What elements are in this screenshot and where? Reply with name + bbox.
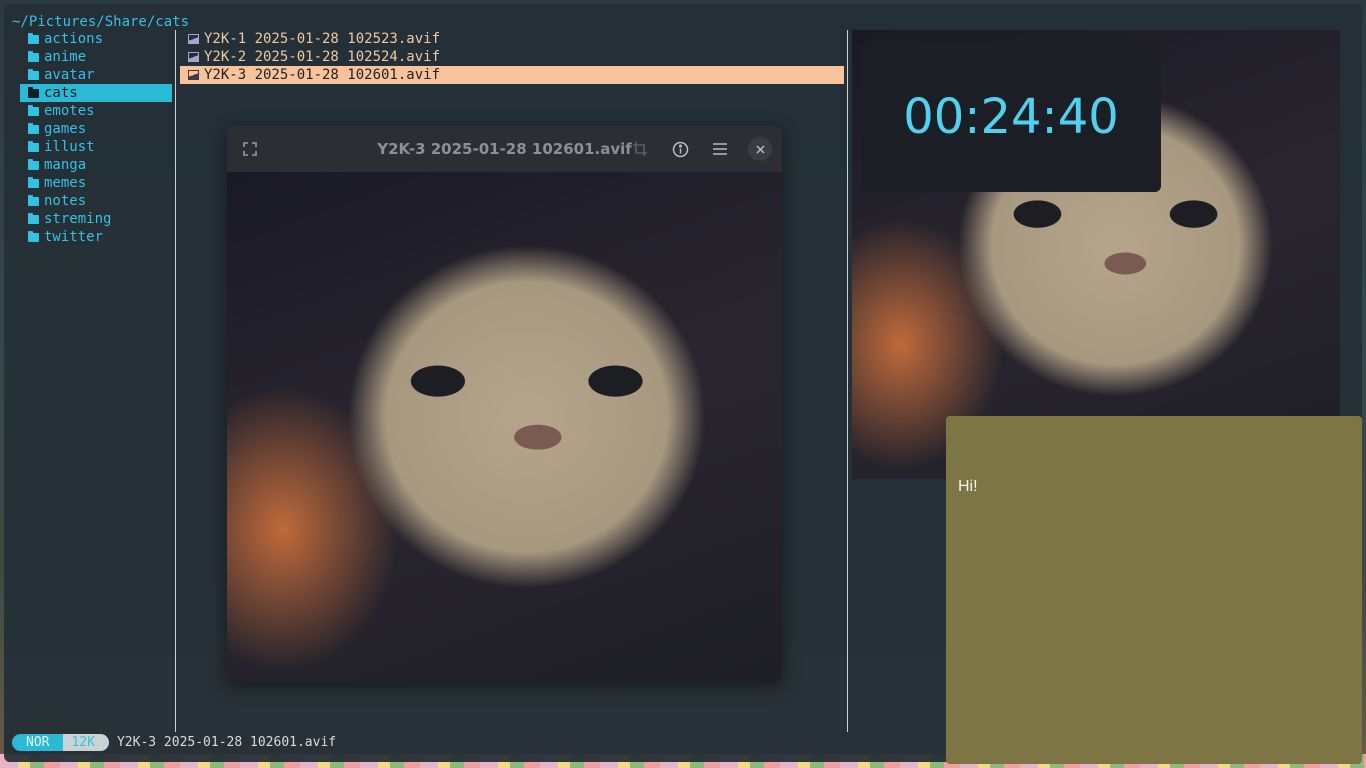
folder-icon bbox=[28, 86, 39, 98]
fullscreen-icon[interactable] bbox=[238, 137, 262, 161]
crop-icon[interactable] bbox=[628, 137, 652, 161]
folder-icon bbox=[28, 176, 39, 188]
dir-item-manga[interactable]: manga bbox=[20, 156, 172, 174]
dir-item-cats[interactable]: cats bbox=[20, 84, 172, 102]
folder-icon bbox=[28, 230, 39, 242]
dir-label: cats bbox=[44, 85, 78, 101]
close-icon[interactable] bbox=[748, 137, 772, 161]
dir-label: games bbox=[44, 121, 87, 137]
note-text[interactable]: Hi! bbox=[958, 478, 978, 495]
folder-icon bbox=[28, 158, 39, 170]
dir-item-games[interactable]: games bbox=[20, 120, 172, 138]
dir-item-memes[interactable]: memes bbox=[20, 174, 172, 192]
image-file-icon bbox=[188, 70, 199, 80]
file-item[interactable]: Y2K-2 2025-01-28 102524.avif bbox=[180, 48, 844, 66]
dir-label: memes bbox=[44, 175, 87, 191]
file-list: Y2K-1 2025-01-28 102523.avif Y2K-2 2025-… bbox=[180, 30, 844, 84]
dir-label: twitter bbox=[44, 229, 104, 245]
dir-label: notes bbox=[44, 193, 87, 209]
folder-icon bbox=[28, 140, 39, 152]
directory-list: actions anime avatar cats emotes games i… bbox=[20, 30, 172, 246]
pane-divider bbox=[175, 30, 176, 732]
file-label: Y2K-3 2025-01-28 102601.avif bbox=[204, 67, 441, 83]
folder-icon bbox=[28, 32, 39, 44]
image-file-icon bbox=[188, 34, 199, 44]
dir-label: anime bbox=[44, 49, 87, 65]
dir-label: streming bbox=[44, 211, 112, 227]
current-path: ~/Pictures/Share/cats bbox=[12, 14, 190, 30]
dir-item-emotes[interactable]: emotes bbox=[20, 102, 172, 120]
dir-item-notes[interactable]: notes bbox=[20, 192, 172, 210]
folder-icon bbox=[28, 50, 39, 62]
folder-icon bbox=[28, 68, 39, 80]
dir-label: manga bbox=[44, 157, 87, 173]
dir-item-actions[interactable]: actions bbox=[20, 30, 172, 48]
cat-photo bbox=[227, 172, 782, 682]
folder-icon bbox=[28, 122, 39, 134]
viewer-header[interactable]: Y2K-3 2025-01-28 102601.avif bbox=[227, 126, 782, 172]
file-label: Y2K-1 2025-01-28 102523.avif bbox=[204, 31, 441, 47]
image-file-icon bbox=[188, 52, 199, 62]
image-viewer-window[interactable]: Y2K-3 2025-01-28 102601.avif bbox=[227, 126, 782, 682]
dir-item-twitter[interactable]: twitter bbox=[20, 228, 172, 246]
file-label: Y2K-2 2025-01-28 102524.avif bbox=[204, 49, 441, 65]
file-item-selected[interactable]: Y2K-3 2025-01-28 102601.avif bbox=[180, 66, 844, 84]
clock-widget: 00:24:40 bbox=[861, 42, 1161, 192]
folder-icon bbox=[28, 194, 39, 206]
status-bar: NOR 12K Y2K-3 2025-01-28 102601.avif bbox=[12, 733, 336, 751]
mode-badge: NOR bbox=[12, 733, 64, 751]
dir-label: actions bbox=[44, 31, 104, 47]
folder-icon bbox=[28, 104, 39, 116]
dir-item-avatar[interactable]: avatar bbox=[20, 66, 172, 84]
dir-item-illust[interactable]: illust bbox=[20, 138, 172, 156]
status-filename: Y2K-3 2025-01-28 102601.avif bbox=[116, 734, 337, 750]
dir-item-anime[interactable]: anime bbox=[20, 48, 172, 66]
viewer-title: Y2K-3 2025-01-28 102601.avif bbox=[377, 140, 632, 158]
menu-icon[interactable] bbox=[708, 137, 732, 161]
size-badge: 12K bbox=[63, 733, 109, 751]
dir-label: avatar bbox=[44, 67, 95, 83]
file-item[interactable]: Y2K-1 2025-01-28 102523.avif bbox=[180, 30, 844, 48]
info-icon[interactable] bbox=[668, 137, 692, 161]
dir-item-streming[interactable]: streming bbox=[20, 210, 172, 228]
dir-label: illust bbox=[44, 139, 95, 155]
sticky-note[interactable]: Hi! bbox=[946, 416, 1362, 764]
dir-label: emotes bbox=[44, 103, 95, 119]
folder-icon bbox=[28, 212, 39, 224]
pane-divider bbox=[847, 30, 848, 732]
